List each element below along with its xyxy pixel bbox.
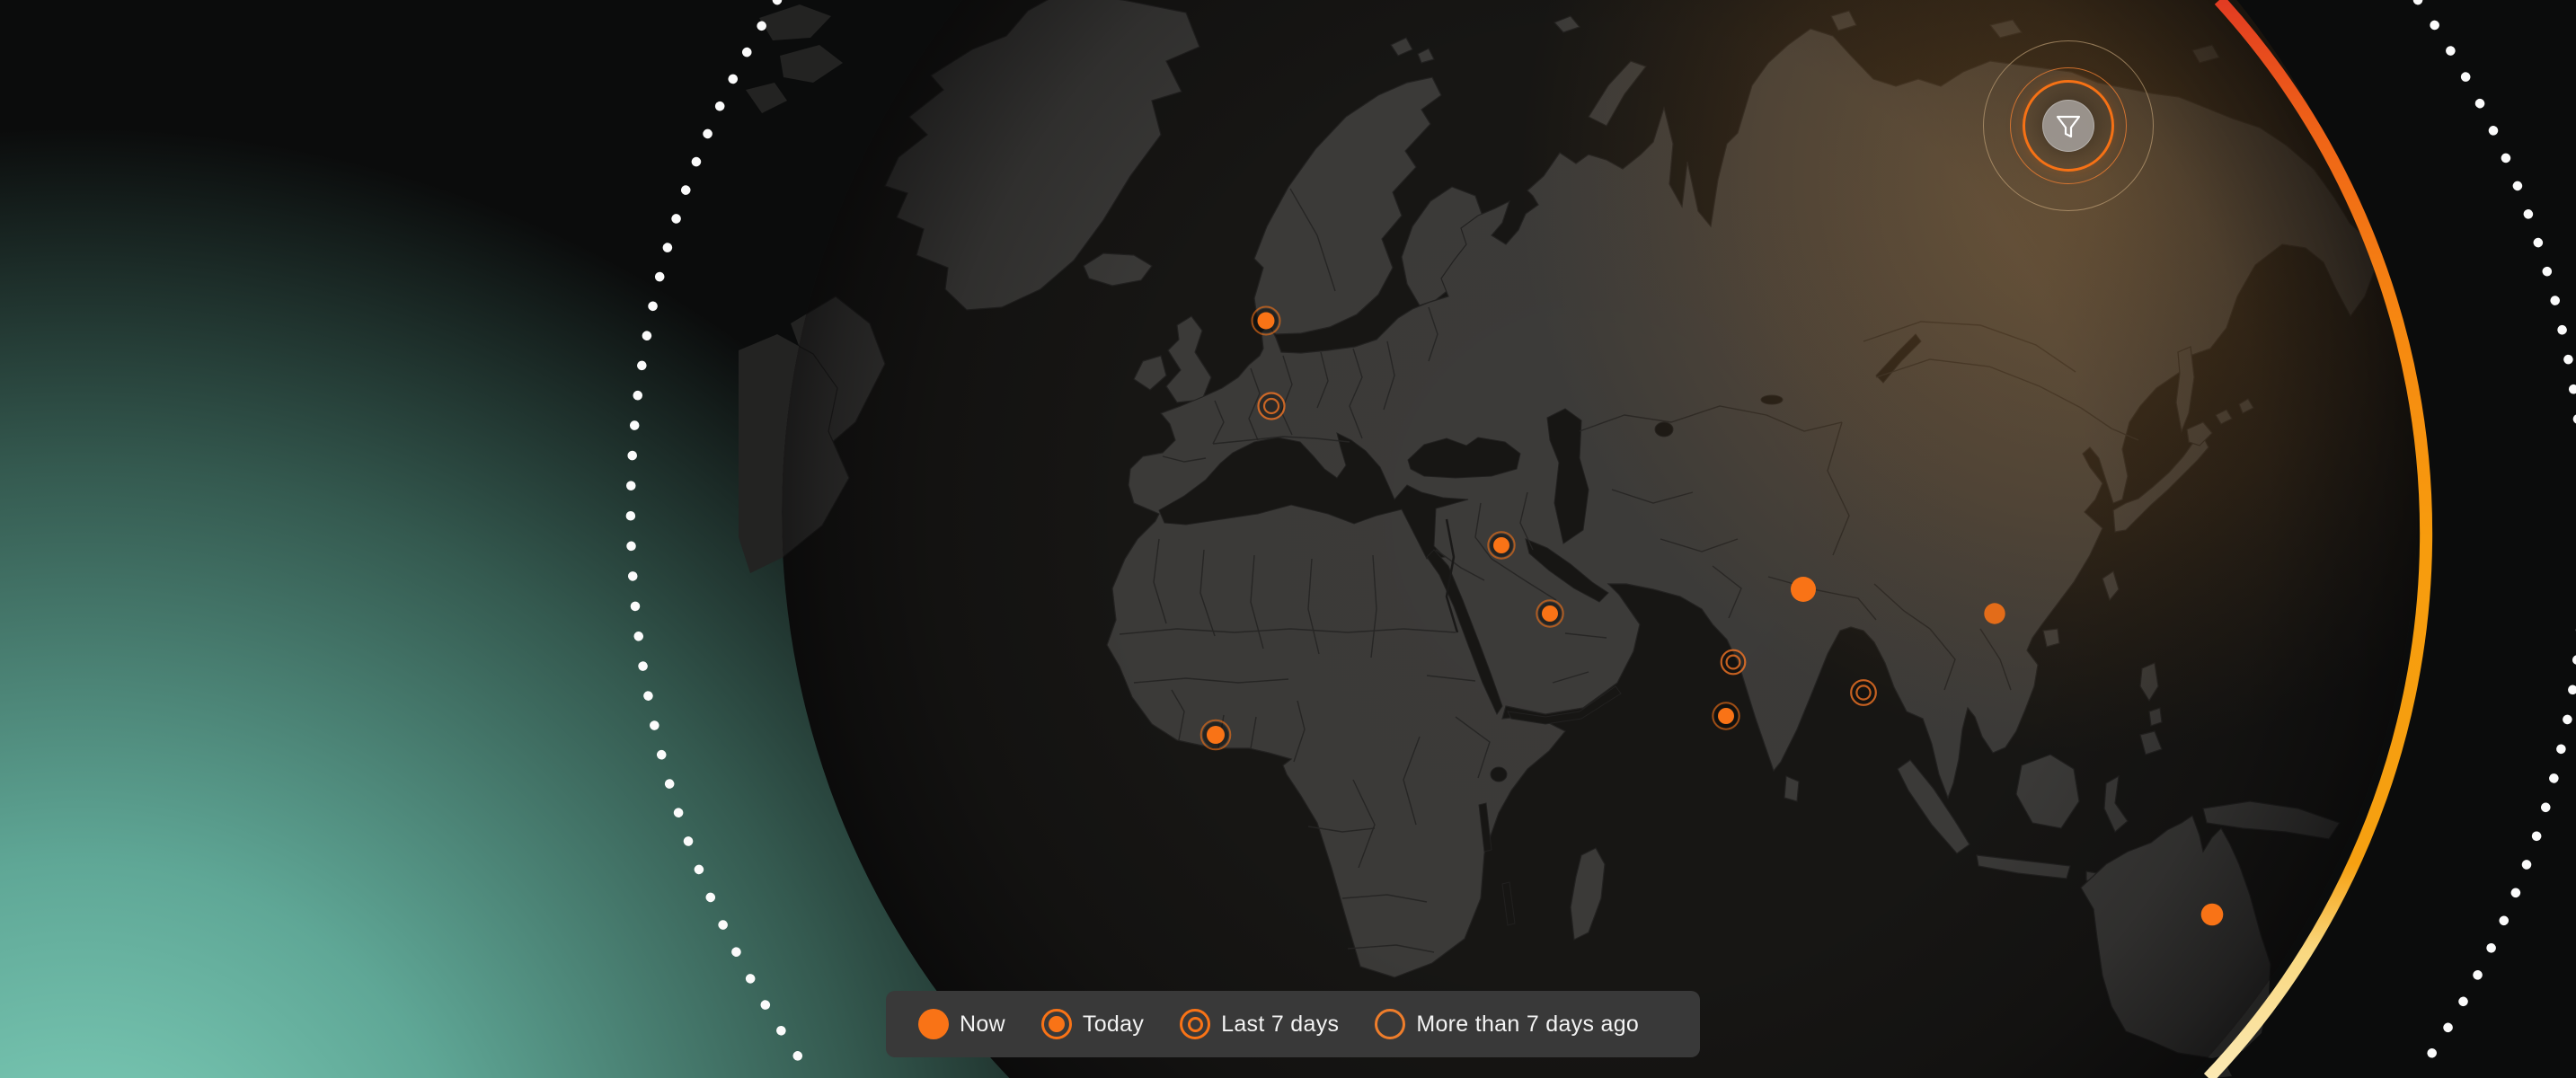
filter-button[interactable] [2042,100,2094,152]
legend-item-today: Today [1041,1009,1144,1039]
time-legend: Now Today Last 7 days More than 7 days ago [886,991,1700,1057]
legend-more7-icon [1375,1009,1405,1039]
map-marker-northern-europe[interactable] [1253,307,1280,335]
map-marker-australia[interactable] [2201,904,2224,926]
map-marker-north-india[interactable] [1791,577,1816,602]
map-marker-south-india[interactable] [1713,702,1739,729]
legend-now-icon [918,1009,949,1039]
globe-lit-layer [739,0,2417,1078]
map-marker-iraq[interactable] [1488,532,1514,558]
legend-label-now: Now [960,1012,1005,1038]
map-marker-central-europe[interactable] [1259,393,1285,420]
legend-item-now: Now [918,1009,1005,1039]
legend-last7-icon [1180,1009,1210,1039]
map-marker-south-china[interactable] [1984,603,2005,623]
legend-label-last7: Last 7 days [1221,1012,1339,1038]
globe-world-map [0,0,2576,1078]
legend-item-last7: Last 7 days [1180,1009,1339,1039]
dotted-orbit-right [2415,0,2576,1078]
funnel-icon [2054,111,2083,140]
map-marker-west-africa[interactable] [1201,720,1231,750]
legend-item-more7: More than 7 days ago [1375,1009,1639,1039]
map-marker-bay-of-bengal[interactable] [1851,680,1876,705]
map-marker-india-west-coast[interactable] [1722,650,1746,675]
legend-label-more7: More than 7 days ago [1416,1012,1639,1038]
legend-label-today: Today [1083,1012,1144,1038]
legend-today-icon [1041,1009,1072,1039]
map-marker-saudi-arabia[interactable] [1536,600,1562,626]
world-activity-stage: Now Today Last 7 days More than 7 days ago [0,0,2576,1078]
